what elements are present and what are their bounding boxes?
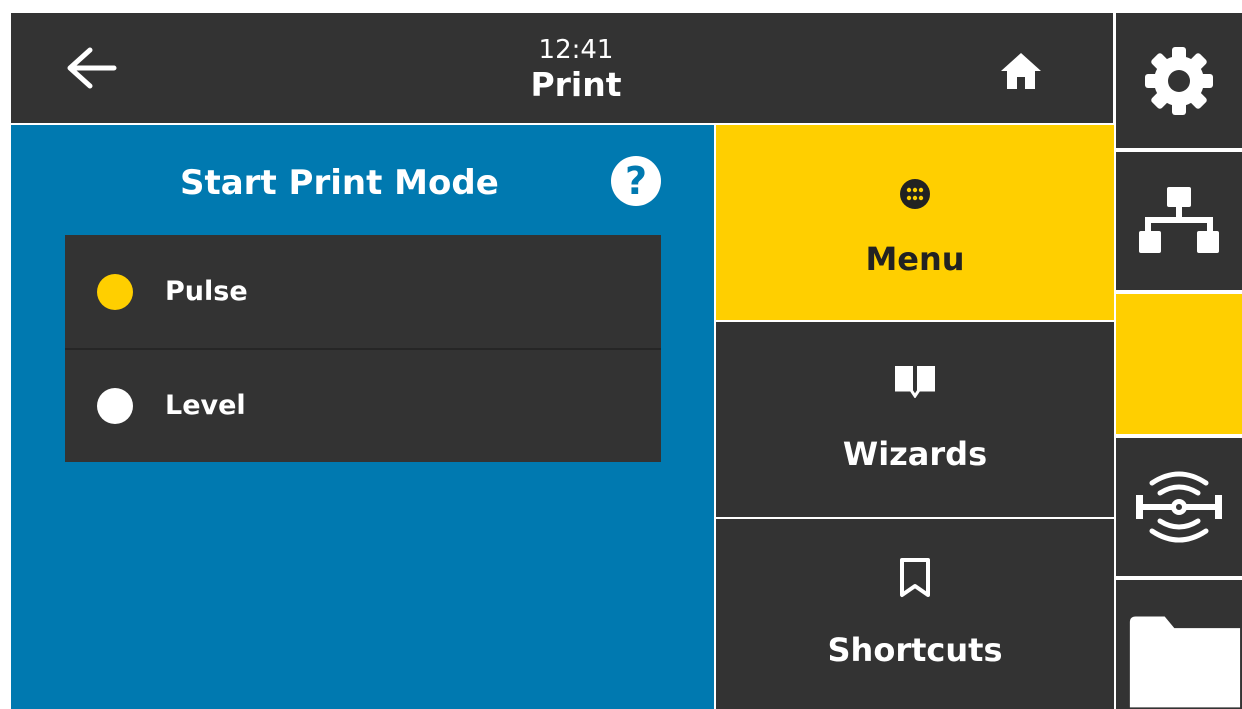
rfid-icon — [1136, 471, 1222, 543]
gear-icon — [1145, 46, 1213, 115]
side-rfid-button[interactable] — [1116, 438, 1242, 576]
side-network-button[interactable] — [1116, 152, 1242, 290]
home-icon — [1001, 53, 1041, 89]
radio-unselected[interactable] — [97, 388, 133, 424]
nav-shortcuts-label: Shortcuts — [827, 631, 1003, 669]
nav-wizards-label: Wizards — [842, 435, 988, 473]
side-settings-button[interactable] — [1116, 13, 1242, 148]
page-title: Print — [530, 65, 622, 104]
nav-menu-label: Menu — [865, 240, 965, 278]
option-list: Pulse Level — [65, 235, 661, 462]
nav-wizards-button[interactable]: Wizards — [716, 322, 1114, 517]
top-bar: 12:41 Print — [11, 13, 1113, 123]
network-icon — [1139, 187, 1219, 253]
help-button[interactable]: ? — [611, 156, 661, 206]
bookmark-icon — [716, 557, 1114, 599]
folder-icon — [1129, 616, 1241, 708]
book-icon — [716, 362, 1114, 398]
setting-title: Start Print Mode — [180, 163, 499, 203]
option-pulse[interactable]: Pulse — [65, 235, 661, 350]
option-label: Pulse — [165, 276, 248, 307]
nav-menu-button[interactable]: Menu — [716, 125, 1114, 320]
home-button[interactable] — [986, 41, 1056, 101]
radio-selected[interactable] — [97, 274, 133, 310]
menu-grid-icon — [716, 179, 1114, 209]
clock-time: 12:41 — [538, 35, 614, 65]
option-label: Level — [165, 390, 246, 421]
nav-shortcuts-button[interactable]: Shortcuts — [716, 519, 1114, 709]
side-storage-button[interactable] — [1116, 580, 1242, 709]
option-level[interactable]: Level — [65, 349, 661, 462]
side-print-button-selected[interactable] — [1116, 294, 1242, 434]
